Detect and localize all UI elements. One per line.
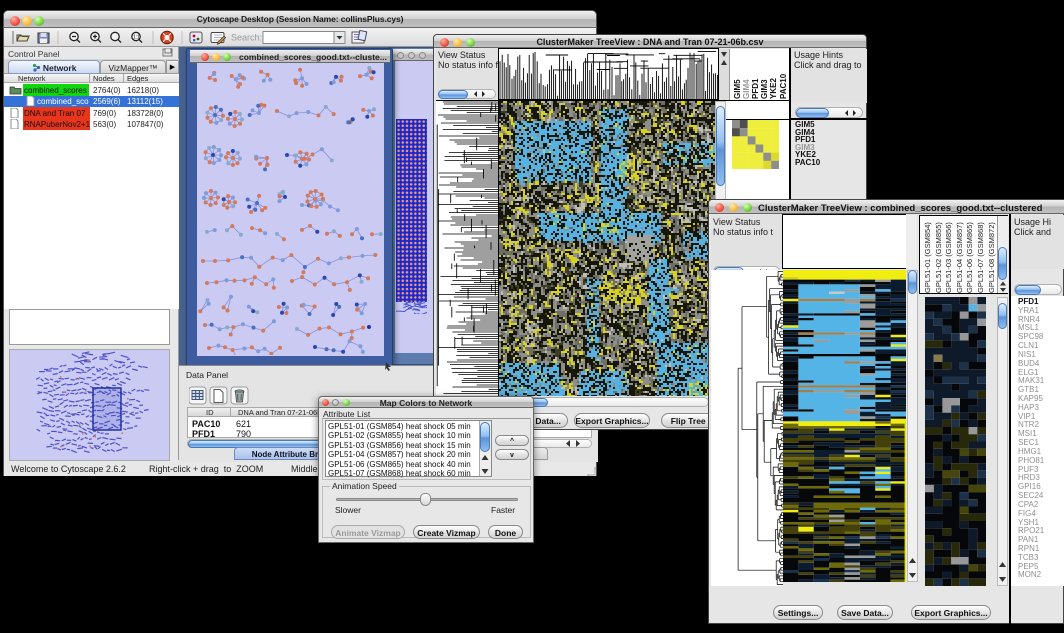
svg-text:1:1: 1:1 [133, 34, 140, 40]
svg-text:Search:: Search: [231, 33, 262, 43]
